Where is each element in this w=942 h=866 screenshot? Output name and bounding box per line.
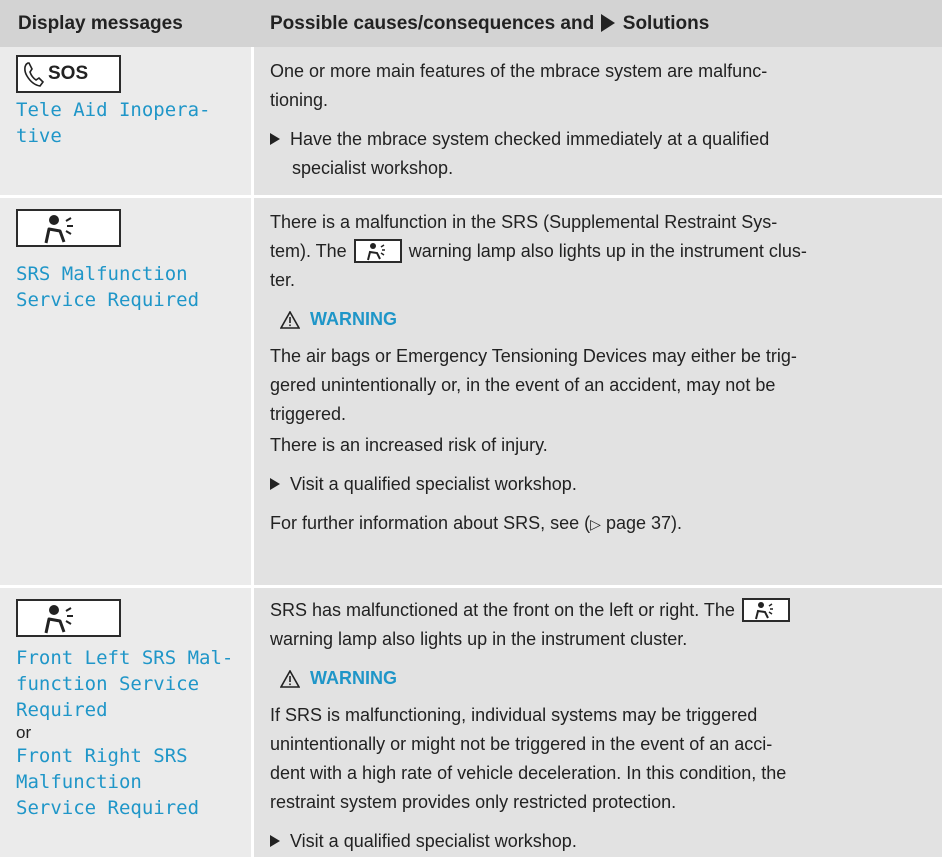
- row-divider: [0, 195, 942, 198]
- table-row-front-srs: Front Left SRS Mal- function Service Req…: [0, 588, 942, 857]
- airbag-warning-icon: [741, 598, 790, 622]
- cause-text: SRS has malfunctioned at the front on th…: [270, 596, 920, 866]
- row-divider: [0, 585, 942, 588]
- warning-heading: WARNING: [279, 305, 920, 334]
- display-message-tele-aid: Tele Aid Inopera- tive: [16, 99, 211, 147]
- warning-triangle-icon: [279, 310, 301, 329]
- action-arrow-icon: [270, 133, 280, 145]
- table-header: Display messages Possible causes/consequ…: [0, 0, 942, 47]
- airbag-warning-icon: [353, 239, 402, 263]
- display-message-srs: SRS Malfunction Service Required: [16, 263, 200, 311]
- action-arrow-icon: [270, 835, 280, 847]
- warning-text: If SRS is malfunctioning, individual sys…: [270, 705, 787, 812]
- airbag-warning-icon: [16, 599, 121, 637]
- header-display-messages: Display messages: [18, 13, 183, 34]
- solution-step: Have the mbrace system checked immediate…: [270, 125, 920, 183]
- solution-step: Visit a qualified specialist workshop.: [270, 470, 920, 499]
- info-reference: For further information about SRS, see (…: [270, 513, 683, 533]
- display-message-front-srs: Front Left SRS Mal- function Service Req…: [16, 647, 234, 819]
- warning-text: The air bags or Emergency Tensioning Dev…: [270, 346, 797, 424]
- airbag-warning-icon: [16, 209, 121, 247]
- risk-text: There is an increased risk of injury.: [270, 435, 548, 455]
- cause-text: One or more main features of the mbrace …: [270, 57, 920, 193]
- table-row-srs-malfunction: SRS Malfunction Service Required There i…: [0, 198, 942, 585]
- solution-step: Visit a qualified specialist workshop.: [270, 827, 920, 856]
- cause-text: There is a malfunction in the SRS (Suppl…: [270, 208, 920, 549]
- header-causes-solutions: Possible causes/consequences and Solutio…: [270, 13, 710, 34]
- column-divider: [251, 47, 254, 857]
- warning-heading: WARNING: [279, 664, 920, 693]
- solution-arrow-icon: [601, 14, 616, 32]
- action-arrow-icon: [270, 478, 280, 490]
- warning-triangle-icon: [279, 669, 301, 688]
- table-row-tele-aid: SOS Tele Aid Inopera- tive One or more m…: [0, 47, 942, 195]
- page-reference-arrow-icon: ▷: [590, 516, 601, 532]
- sos-phone-icon: SOS: [16, 55, 121, 93]
